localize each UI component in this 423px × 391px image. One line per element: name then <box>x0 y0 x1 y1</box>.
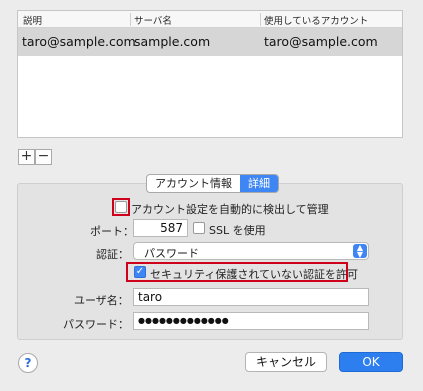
cell-account: taro@sample.com <box>264 34 378 49</box>
cell-description: taro@sample.com <box>22 34 136 49</box>
auto-detect-label: アカウント設定を自動的に検出して管理 <box>131 203 329 216</box>
cancel-button[interactable]: キャンセル <box>245 352 327 372</box>
column-header-server[interactable]: サーバ名 <box>134 13 172 27</box>
tab-account-info[interactable]: アカウント情報 <box>147 175 240 192</box>
column-header-description[interactable]: 説明 <box>23 13 42 27</box>
tab-bar: アカウント情報 詳細 <box>146 174 279 193</box>
username-field[interactable]: taro <box>133 288 369 306</box>
insecure-auth-label: セキュリティ保護されていない認証を許可 <box>150 268 359 281</box>
password-field[interactable]: ●●●●●●●●●●●●● <box>133 312 369 330</box>
help-button[interactable]: ? <box>18 353 38 373</box>
username-label: ユーザ名： <box>74 294 129 307</box>
remove-account-button[interactable]: − <box>35 149 52 165</box>
ssl-label: SSL を使用 <box>209 224 266 237</box>
column-divider <box>130 13 131 26</box>
auth-label: 認証： <box>96 248 129 261</box>
insecure-auth-checkbox[interactable]: ✓ <box>134 266 146 278</box>
auto-detect-checkbox[interactable] <box>115 201 127 213</box>
auth-select[interactable]: パスワード ▲ ▼ <box>133 242 369 260</box>
port-label: ポート： <box>90 225 134 238</box>
add-account-button[interactable]: + <box>18 149 35 165</box>
cell-server: sample.com <box>134 34 211 49</box>
ssl-checkbox[interactable] <box>193 222 205 234</box>
tab-advanced[interactable]: 詳細 <box>240 175 278 192</box>
auth-select-value: パスワード <box>144 247 199 260</box>
table-row[interactable]: taro@sample.com sample.com taro@sample.c… <box>18 28 402 56</box>
table-header: 説明 サーバ名 使用しているアカウント <box>18 11 402 28</box>
column-divider <box>260 13 261 26</box>
password-label: パスワード： <box>63 318 129 331</box>
column-header-account[interactable]: 使用しているアカウント <box>264 13 368 27</box>
chevron-updown-icon: ▲ ▼ <box>353 244 367 259</box>
port-field[interactable]: 587 <box>133 219 188 237</box>
account-table: 説明 サーバ名 使用しているアカウント taro@sample.com samp… <box>17 10 403 138</box>
ok-button[interactable]: OK <box>339 352 403 372</box>
